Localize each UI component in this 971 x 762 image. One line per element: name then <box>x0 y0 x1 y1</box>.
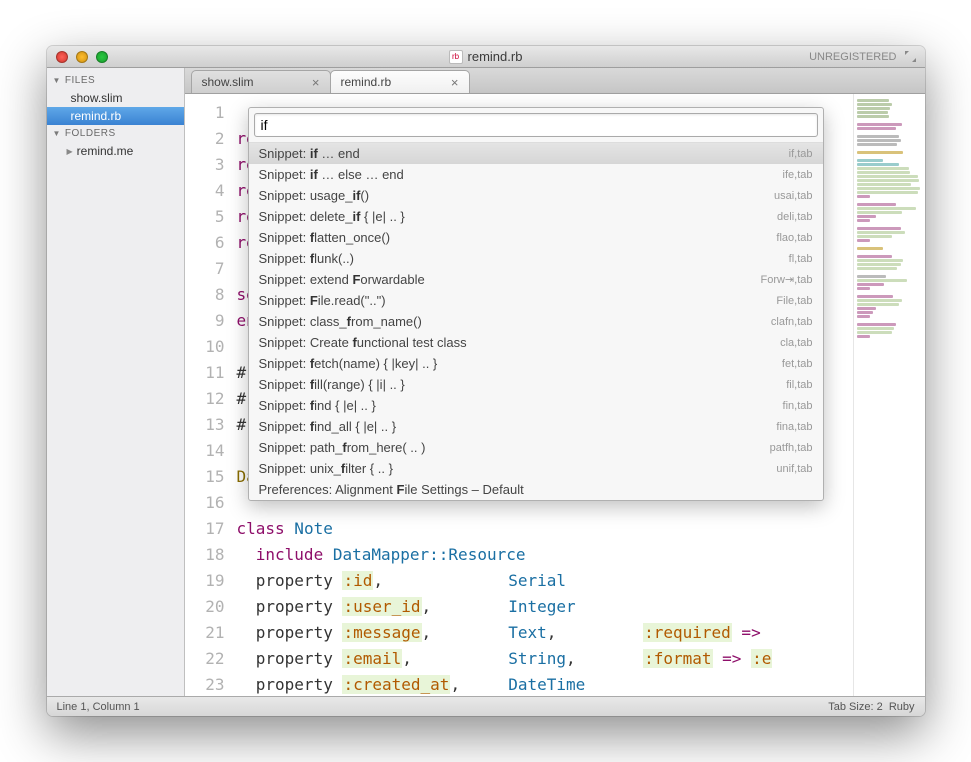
command-palette-item[interactable]: Snippet: path_from_here( .. ) patfh,tab <box>249 437 823 458</box>
command-palette-item-label: Snippet: unix_filter { .. } <box>259 461 393 476</box>
command-palette-item-label: Snippet: flatten_once() <box>259 230 391 245</box>
command-palette-item[interactable]: Snippet: delete_if { |e| .. } deli,tab <box>249 206 823 227</box>
status-position: Line 1, Column 1 <box>57 701 140 713</box>
command-palette-item[interactable]: Snippet: if … else … end ife,tab <box>249 164 823 185</box>
command-palette-item-hint: cla,tab <box>780 337 812 349</box>
command-palette-item-label: Snippet: fill(range) { |i| .. } <box>259 377 405 392</box>
command-palette-item[interactable]: Snippet: find { |e| .. } fin,tab <box>249 395 823 416</box>
editor[interactable]: 1234567891011121314151617181920212223 re… <box>185 94 925 696</box>
command-palette-item-label: Snippet: fetch(name) { |key| .. } <box>259 356 438 371</box>
chevron-down-icon: ▼ <box>53 76 61 85</box>
command-palette-item-hint: File,tab <box>776 295 812 307</box>
command-palette-item-hint: patfh,tab <box>770 442 813 454</box>
command-palette-input[interactable] <box>254 113 818 137</box>
command-palette-item[interactable]: Snippet: File.read("..") File,tab <box>249 290 823 311</box>
command-palette-item-label: Snippet: flunk(..) <box>259 251 354 266</box>
folder-label: remind.me <box>77 144 134 158</box>
command-palette-item-hint: flao,tab <box>776 232 812 244</box>
command-palette-item[interactable]: Snippet: usage_if() usai,tab <box>249 185 823 206</box>
command-palette-list: Snippet: if … end if,tab Snippet: if … els… <box>249 142 823 500</box>
fullscreen-icon[interactable] <box>905 51 917 63</box>
window-title: rb remind.rb <box>47 49 925 64</box>
command-palette-item-label: Snippet: find { |e| .. } <box>259 398 376 413</box>
command-palette-item-label: Snippet: extend Forwardable <box>259 272 425 287</box>
status-language[interactable]: Ruby <box>889 701 915 713</box>
command-palette-item-label: Snippet: if … else … end <box>259 167 404 182</box>
command-palette-item[interactable]: Preferences: Alignment File Settings – D… <box>249 479 823 500</box>
command-palette-item-label: Snippet: path_from_here( .. ) <box>259 440 426 455</box>
status-tabsize[interactable]: Tab Size: 2 <box>828 701 882 713</box>
command-palette-item[interactable]: Snippet: extend Forwardable Forw⇥,tab <box>249 269 823 290</box>
chevron-down-icon: ▼ <box>53 129 61 138</box>
gutter: 1234567891011121314151617181920212223 <box>185 94 233 696</box>
tabbar: show.slim × remind.rb × <box>185 68 925 94</box>
folders-section-header[interactable]: ▼ FOLDERS <box>47 125 184 142</box>
command-palette-item-hint: usai,tab <box>774 190 813 202</box>
files-header-label: FILES <box>65 75 95 86</box>
command-palette-item-hint: fet,tab <box>782 358 813 370</box>
tab-label: show.slim <box>202 75 254 89</box>
editor-window: rb remind.rb UNREGISTERED ▼ FILES show.s… <box>47 46 925 716</box>
folders-header-label: FOLDERS <box>65 128 116 139</box>
command-palette-item[interactable]: Snippet: class_from_name() clafn,tab <box>249 311 823 332</box>
command-palette-item-label: Snippet: usage_if() <box>259 188 370 203</box>
files-section-header[interactable]: ▼ FILES <box>47 72 184 89</box>
sidebar-file-item[interactable]: show.slim <box>47 89 184 107</box>
statusbar: Line 1, Column 1 Tab Size: 2 Ruby <box>47 696 925 716</box>
command-palette-item[interactable]: Snippet: if … end if,tab <box>249 143 823 164</box>
tab[interactable]: show.slim × <box>191 70 331 93</box>
command-palette-item-label: Snippet: find_all { |e| .. } <box>259 419 397 434</box>
minimize-window-button[interactable] <box>76 51 88 63</box>
ruby-file-icon: rb <box>449 50 463 64</box>
command-palette-item-hint: fin,tab <box>783 400 813 412</box>
command-palette-item[interactable]: Snippet: fetch(name) { |key| .. } fet,tab <box>249 353 823 374</box>
command-palette-item-hint: if,tab <box>789 148 813 160</box>
command-palette-item-label: Snippet: delete_if { |e| .. } <box>259 209 405 224</box>
command-palette-item[interactable]: Snippet: flatten_once() flao,tab <box>249 227 823 248</box>
unregistered-label: UNREGISTERED <box>809 51 896 63</box>
command-palette-item-hint: deli,tab <box>777 211 812 223</box>
command-palette-item-hint: fl,tab <box>789 253 813 265</box>
chevron-right-icon: ▶ <box>67 147 73 156</box>
command-palette-item[interactable]: Snippet: Create functional test class cla… <box>249 332 823 353</box>
command-palette-item-label: Snippet: if … end <box>259 146 360 161</box>
tab[interactable]: remind.rb × <box>330 70 470 93</box>
sidebar: ▼ FILES show.slim remind.rb ▼ FOLDERS ▶ … <box>47 68 185 696</box>
command-palette-item-hint: unif,tab <box>776 463 812 475</box>
window-title-text: remind.rb <box>468 49 523 64</box>
command-palette-item[interactable]: Snippet: fill(range) { |i| .. } fil,tab <box>249 374 823 395</box>
command-palette-item-label: Snippet: File.read("..") <box>259 293 386 308</box>
minimap[interactable] <box>853 94 925 696</box>
close-tab-icon[interactable]: × <box>451 75 459 90</box>
command-palette-item[interactable]: Snippet: unix_filter { .. } unif,tab <box>249 458 823 479</box>
command-palette-item-hint: clafn,tab <box>771 316 813 328</box>
command-palette-item-label: Preferences: Alignment File Settings – D… <box>259 482 524 497</box>
tab-label: remind.rb <box>341 75 392 89</box>
command-palette-item-hint: ife,tab <box>783 169 813 181</box>
command-palette-item[interactable]: Snippet: flunk(..) fl,tab <box>249 248 823 269</box>
command-palette-item-hint: Forw⇥,tab <box>760 273 812 286</box>
sidebar-file-item[interactable]: remind.rb <box>47 107 184 125</box>
command-palette-item-label: Snippet: Create functional test class <box>259 335 467 350</box>
command-palette-item[interactable]: Snippet: find_all { |e| .. } fina,tab <box>249 416 823 437</box>
titlebar: rb remind.rb UNREGISTERED <box>47 46 925 68</box>
traffic-lights <box>56 51 108 63</box>
command-palette-item-hint: fil,tab <box>786 379 812 391</box>
command-palette-item-hint: fina,tab <box>776 421 812 433</box>
close-tab-icon[interactable]: × <box>312 75 320 90</box>
close-window-button[interactable] <box>56 51 68 63</box>
zoom-window-button[interactable] <box>96 51 108 63</box>
command-palette-item-label: Snippet: class_from_name() <box>259 314 422 329</box>
sidebar-folder-item[interactable]: ▶ remind.me <box>47 142 184 160</box>
command-palette: Snippet: if … end if,tab Snippet: if … els… <box>248 107 824 501</box>
